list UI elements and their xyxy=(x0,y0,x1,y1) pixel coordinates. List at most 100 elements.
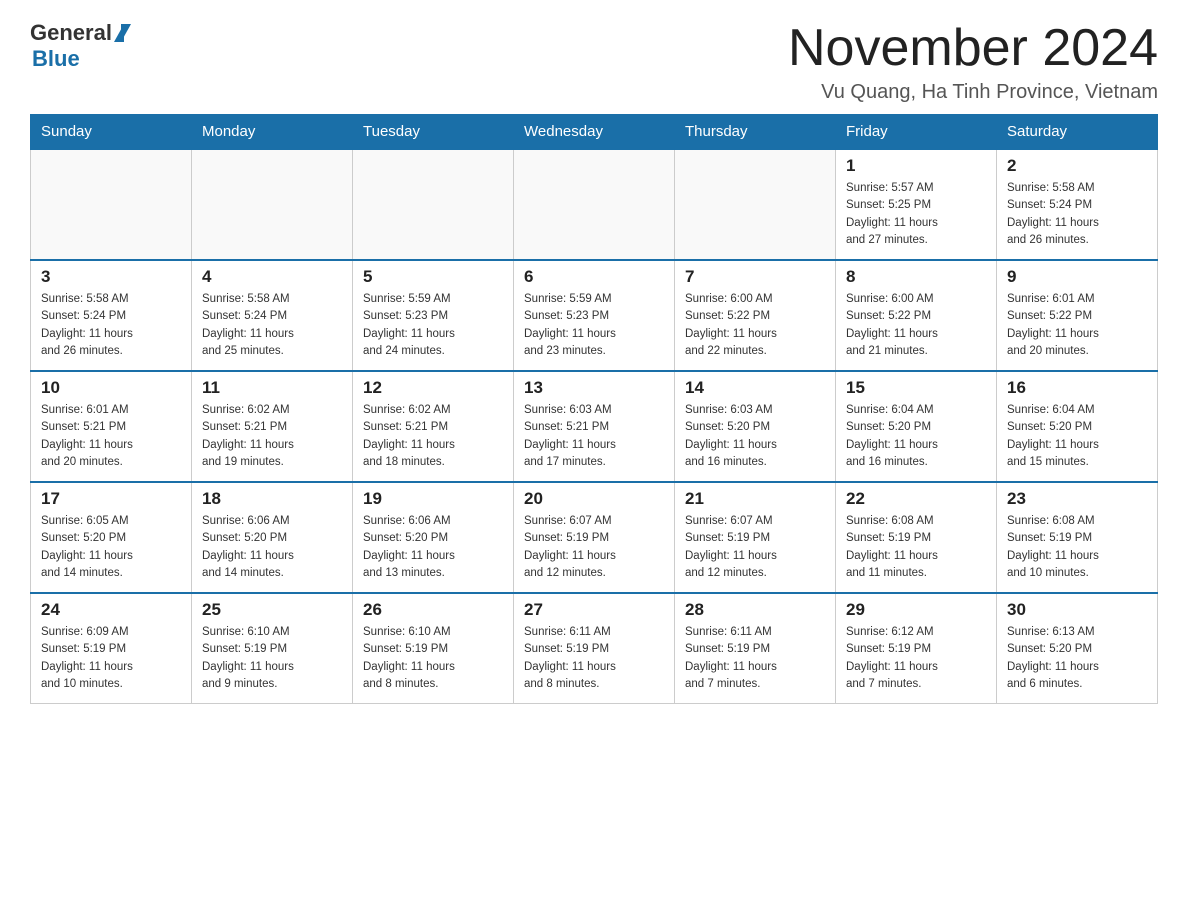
calendar-cell: 20Sunrise: 6:07 AMSunset: 5:19 PMDayligh… xyxy=(514,482,675,593)
day-number: 9 xyxy=(1007,267,1147,287)
calendar-cell: 17 Sunrise: 6:05 AMSunset: 5:20 PMDayligh… xyxy=(31,482,192,593)
title-block: November 2024 Vu Quang, Ha Tinh Province… xyxy=(788,20,1158,104)
day-info: Sunrise: 5:59 AMSunset: 5:23 PMDaylight:… xyxy=(524,291,664,360)
day-info: Sunrise: 6:10 AMSunset: 5:19 PMDaylight:… xyxy=(363,624,503,693)
day-info: Sunrise: 6:01 AMSunset: 5:21 PMDaylight:… xyxy=(41,402,181,471)
calendar-cell: 26 Sunrise: 6:10 AMSunset: 5:19 PMDayligh… xyxy=(353,593,514,704)
day-info: Sunrise: 5:58 AMSunset: 5:24 PMDaylight:… xyxy=(41,291,181,360)
day-info: Sunrise: 6:06 AMSunset: 5:20 PMDaylight:… xyxy=(202,513,342,582)
calendar-cell: 14 Sunrise: 6:03 AMSunset: 5:20 PMDayligh… xyxy=(675,371,836,482)
calendar-cell: 18 Sunrise: 6:06 AMSunset: 5:20 PMDayligh… xyxy=(192,482,353,593)
day-number: 27 xyxy=(524,600,664,620)
day-number: 23 xyxy=(1007,489,1147,509)
weekday-header-thursday: Thursday xyxy=(675,115,836,150)
calendar-cell: 3Sunrise: 5:58 AMSunset: 5:24 PMDaylight… xyxy=(31,260,192,371)
day-number: 20 xyxy=(524,489,664,509)
day-number: 30 xyxy=(1007,600,1147,620)
calendar-cell: 30 Sunrise: 6:13 AMSunset: 5:20 PMDayligh… xyxy=(997,593,1158,704)
day-number: 7 xyxy=(685,267,825,287)
day-number: 13 xyxy=(524,378,664,398)
day-info: Sunrise: 5:58 AMSunset: 5:24 PMDaylight:… xyxy=(1007,180,1147,249)
calendar-cell xyxy=(192,149,353,260)
month-title: November 2024 xyxy=(788,20,1158,77)
day-info: Sunrise: 6:06 AMSunset: 5:20 PMDaylight:… xyxy=(363,513,503,582)
calendar-table: SundayMondayTuesdayWednesdayThursdayFrid… xyxy=(30,114,1158,704)
calendar-cell: 16 Sunrise: 6:04 AMSunset: 5:20 PMDayligh… xyxy=(997,371,1158,482)
day-info: Sunrise: 5:57 AMSunset: 5:25 PMDaylight:… xyxy=(846,180,986,249)
calendar-cell xyxy=(353,149,514,260)
logo-blue-text: Blue xyxy=(32,46,80,72)
day-info: Sunrise: 6:04 AMSunset: 5:20 PMDaylight:… xyxy=(1007,402,1147,471)
day-number: 10 xyxy=(41,378,181,398)
day-number: 11 xyxy=(202,378,342,398)
calendar-cell: 24 Sunrise: 6:09 AMSunset: 5:19 PMDayligh… xyxy=(31,593,192,704)
calendar-cell: 2Sunrise: 5:58 AMSunset: 5:24 PMDaylight… xyxy=(997,149,1158,260)
page-header: General Blue November 2024 Vu Quang, Ha … xyxy=(30,20,1158,104)
day-info: Sunrise: 6:01 AMSunset: 5:22 PMDaylight:… xyxy=(1007,291,1147,360)
weekday-header-sunday: Sunday xyxy=(31,115,192,150)
calendar-cell: 11 Sunrise: 6:02 AMSunset: 5:21 PMDayligh… xyxy=(192,371,353,482)
calendar-cell: 22Sunrise: 6:08 AMSunset: 5:19 PMDayligh… xyxy=(836,482,997,593)
calendar-cell: 6Sunrise: 5:59 AMSunset: 5:23 PMDaylight… xyxy=(514,260,675,371)
week-row-4: 17 Sunrise: 6:05 AMSunset: 5:20 PMDayligh… xyxy=(31,482,1158,593)
calendar-cell: 8Sunrise: 6:00 AMSunset: 5:22 PMDaylight… xyxy=(836,260,997,371)
day-info: Sunrise: 6:08 AMSunset: 5:19 PMDaylight:… xyxy=(1007,513,1147,582)
weekday-header-wednesday: Wednesday xyxy=(514,115,675,150)
day-number: 4 xyxy=(202,267,342,287)
calendar-cell: 19 Sunrise: 6:06 AMSunset: 5:20 PMDayligh… xyxy=(353,482,514,593)
weekday-header-friday: Friday xyxy=(836,115,997,150)
day-number: 21 xyxy=(685,489,825,509)
calendar-cell: 7 Sunrise: 6:00 AMSunset: 5:22 PMDaylight… xyxy=(675,260,836,371)
day-number: 1 xyxy=(846,156,986,176)
calendar-cell: 9 Sunrise: 6:01 AMSunset: 5:22 PMDaylight… xyxy=(997,260,1158,371)
logo: General Blue xyxy=(30,20,131,72)
week-row-1: 1 Sunrise: 5:57 AMSunset: 5:25 PMDaylight… xyxy=(31,149,1158,260)
calendar-cell: 28Sunrise: 6:11 AMSunset: 5:19 PMDayligh… xyxy=(675,593,836,704)
day-info: Sunrise: 6:03 AMSunset: 5:20 PMDaylight:… xyxy=(685,402,825,471)
day-info: Sunrise: 6:00 AMSunset: 5:22 PMDaylight:… xyxy=(685,291,825,360)
day-number: 19 xyxy=(363,489,503,509)
day-info: Sunrise: 6:03 AMSunset: 5:21 PMDaylight:… xyxy=(524,402,664,471)
day-info: Sunrise: 6:02 AMSunset: 5:21 PMDaylight:… xyxy=(363,402,503,471)
day-info: Sunrise: 6:05 AMSunset: 5:20 PMDaylight:… xyxy=(41,513,181,582)
day-info: Sunrise: 6:08 AMSunset: 5:19 PMDaylight:… xyxy=(846,513,986,582)
calendar-cell: 29Sunrise: 6:12 AMSunset: 5:19 PMDayligh… xyxy=(836,593,997,704)
day-number: 14 xyxy=(685,378,825,398)
day-number: 17 xyxy=(41,489,181,509)
weekday-header-saturday: Saturday xyxy=(997,115,1158,150)
day-number: 26 xyxy=(363,600,503,620)
calendar-cell xyxy=(31,149,192,260)
calendar-cell: 5Sunrise: 5:59 AMSunset: 5:23 PMDaylight… xyxy=(353,260,514,371)
weekday-header-monday: Monday xyxy=(192,115,353,150)
calendar-cell: 10 Sunrise: 6:01 AMSunset: 5:21 PMDayligh… xyxy=(31,371,192,482)
calendar-cell: 15 Sunrise: 6:04 AMSunset: 5:20 PMDayligh… xyxy=(836,371,997,482)
location-text: Vu Quang, Ha Tinh Province, Vietnam xyxy=(788,81,1158,104)
weekday-header-row: SundayMondayTuesdayWednesdayThursdayFrid… xyxy=(31,115,1158,150)
day-info: Sunrise: 6:07 AMSunset: 5:19 PMDaylight:… xyxy=(685,513,825,582)
day-number: 8 xyxy=(846,267,986,287)
day-number: 24 xyxy=(41,600,181,620)
day-number: 18 xyxy=(202,489,342,509)
calendar-cell: 21 Sunrise: 6:07 AMSunset: 5:19 PMDayligh… xyxy=(675,482,836,593)
day-number: 16 xyxy=(1007,378,1147,398)
calendar-cell: 27 Sunrise: 6:11 AMSunset: 5:19 PMDayligh… xyxy=(514,593,675,704)
calendar-cell: 13 Sunrise: 6:03 AMSunset: 5:21 PMDayligh… xyxy=(514,371,675,482)
day-number: 29 xyxy=(846,600,986,620)
calendar-cell: 4Sunrise: 5:58 AMSunset: 5:24 PMDaylight… xyxy=(192,260,353,371)
calendar-cell: 1 Sunrise: 5:57 AMSunset: 5:25 PMDaylight… xyxy=(836,149,997,260)
calendar-cell: 12Sunrise: 6:02 AMSunset: 5:21 PMDayligh… xyxy=(353,371,514,482)
day-info: Sunrise: 6:02 AMSunset: 5:21 PMDaylight:… xyxy=(202,402,342,471)
day-info: Sunrise: 5:59 AMSunset: 5:23 PMDaylight:… xyxy=(363,291,503,360)
day-number: 15 xyxy=(846,378,986,398)
logo-triangle2-icon xyxy=(121,24,131,42)
week-row-2: 3Sunrise: 5:58 AMSunset: 5:24 PMDaylight… xyxy=(31,260,1158,371)
day-info: Sunrise: 6:13 AMSunset: 5:20 PMDaylight:… xyxy=(1007,624,1147,693)
day-info: Sunrise: 6:04 AMSunset: 5:20 PMDaylight:… xyxy=(846,402,986,471)
day-number: 25 xyxy=(202,600,342,620)
calendar-cell: 25 Sunrise: 6:10 AMSunset: 5:19 PMDayligh… xyxy=(192,593,353,704)
day-info: Sunrise: 6:11 AMSunset: 5:19 PMDaylight:… xyxy=(524,624,664,693)
day-info: Sunrise: 6:10 AMSunset: 5:19 PMDaylight:… xyxy=(202,624,342,693)
day-info: Sunrise: 6:09 AMSunset: 5:19 PMDaylight:… xyxy=(41,624,181,693)
week-row-3: 10 Sunrise: 6:01 AMSunset: 5:21 PMDayligh… xyxy=(31,371,1158,482)
calendar-cell: 23 Sunrise: 6:08 AMSunset: 5:19 PMDayligh… xyxy=(997,482,1158,593)
